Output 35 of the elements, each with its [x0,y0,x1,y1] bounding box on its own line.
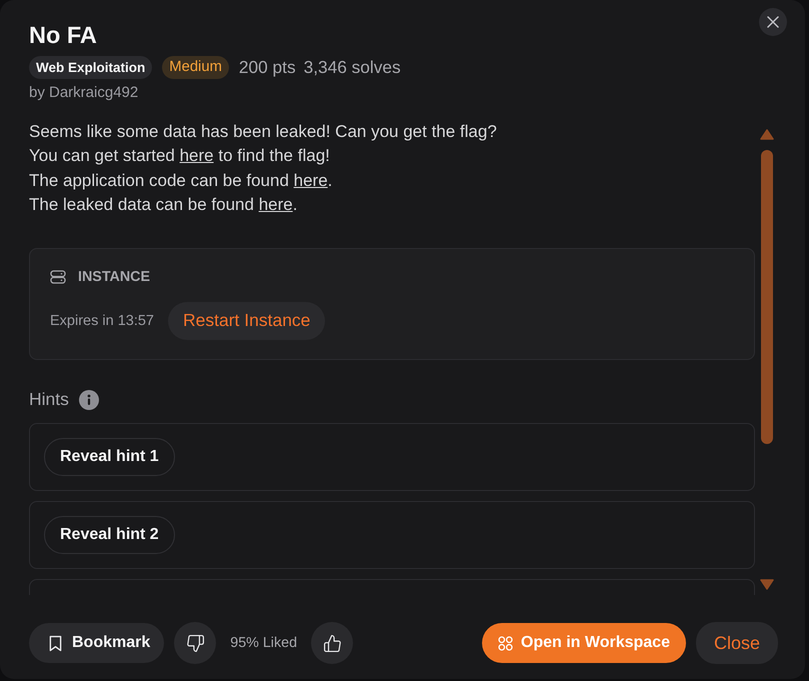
rating-text: 95% Liked [230,635,298,651]
grid-icon [498,636,513,650]
bookmark-icon [49,634,62,652]
close-icon-button[interactable] [759,8,787,36]
reveal-hint-button[interactable]: Reveal hint 1 [44,438,175,476]
link[interactable]: here [258,195,293,214]
scroll-up-arrow-icon[interactable] [760,129,774,140]
close-button[interactable]: Close [696,622,778,664]
description-line: Seems like some data has been leaked! Can you get the flag? [29,121,498,143]
instance-heading: INSTANCE [78,268,150,285]
close-icon [767,16,779,28]
info-icon[interactable] [78,390,99,410]
description-line: You can get started here to find the flag! [29,145,331,168]
author-text: by Darkraicg492 [29,84,140,102]
scroll-down-arrow-icon[interactable] [760,579,774,590]
scrollbar-thumb[interactable] [761,150,773,444]
hints-heading: Hints [29,389,69,410]
points-text: 200 pts [238,57,296,78]
link[interactable]: here [294,170,328,190]
link[interactable]: here [180,146,214,166]
restart-instance-button[interactable]: Restart Instance [168,302,326,340]
difficulty-tag: Medium [162,56,229,79]
like-button[interactable] [311,622,354,664]
reveal-hint-button[interactable]: Reveal hint 2 [44,516,175,554]
server-icon [50,270,66,284]
thumbs-up-icon [322,634,342,652]
category-tag: Web Exploitation [29,56,152,79]
dislike-button[interactable] [174,622,216,664]
solves-count: 3,346 solves [304,57,401,78]
thumbs-down-icon [186,634,205,652]
expiry-text: Expires in 13:57 [50,312,154,329]
description-line: The application code can be found here. [29,170,334,192]
description-line: The leaked data can be found here. [29,194,298,216]
bookmark-button[interactable]: Bookmark [29,623,164,663]
dialog-title: No FA [29,21,98,50]
